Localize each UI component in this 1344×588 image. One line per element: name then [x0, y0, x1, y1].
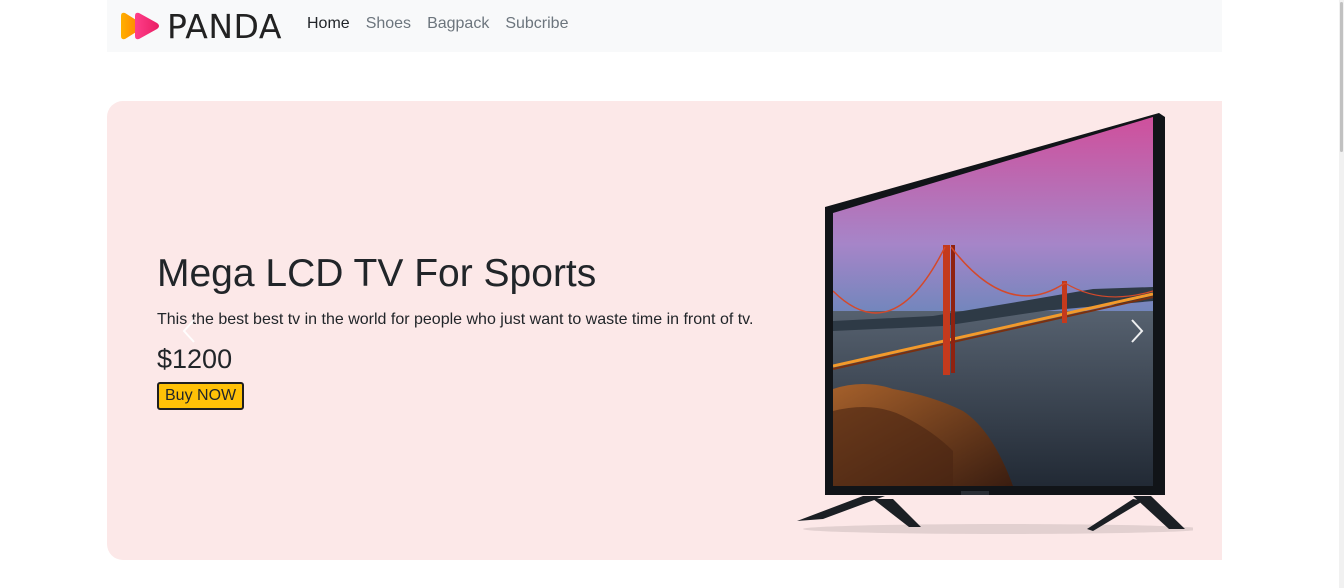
hero-caption: Mega LCD TV For Sports This the best bes… — [157, 251, 753, 410]
hero-description: This the best best tv in the world for p… — [157, 310, 754, 328]
carousel-next-button[interactable] — [1117, 301, 1157, 361]
panda-logo-icon — [121, 12, 159, 40]
hero-carousel: Mega LCD TV For Sports This the best bes… — [107, 101, 1222, 560]
scrollbar-thumb[interactable] — [1340, 2, 1343, 152]
page-scrollbar[interactable] — [1339, 0, 1344, 588]
carousel-prev-button[interactable] — [169, 301, 209, 361]
hero-title: Mega LCD TV For Sports — [157, 252, 597, 295]
navbar: PANDA Home Shoes Bagpack Subcribe — [107, 0, 1222, 52]
nav-link-subcribe[interactable]: Subcribe — [505, 15, 568, 33]
hero-price: $1200 — [157, 343, 233, 374]
nav-links: Home Shoes Bagpack Subcribe — [307, 15, 568, 33]
chevron-left-icon — [182, 319, 195, 343]
brand-name: PANDA — [167, 6, 282, 46]
buy-now-button[interactable]: Buy NOW — [157, 381, 245, 410]
chevron-right-icon — [1131, 319, 1144, 343]
nav-link-shoes[interactable]: Shoes — [366, 15, 411, 33]
nav-link-bagpack[interactable]: Bagpack — [427, 15, 489, 33]
nav-link-home[interactable]: Home — [307, 15, 350, 33]
brand[interactable]: PANDA — [119, 8, 282, 44]
